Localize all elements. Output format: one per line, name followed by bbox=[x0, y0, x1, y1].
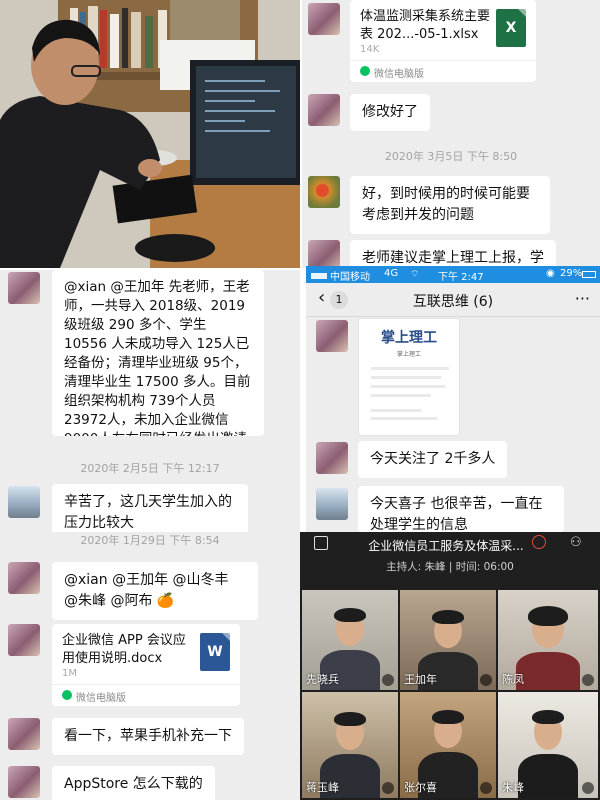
message-bubble[interactable]: 好，到时候用的时候可能要考虑到并发的问题 bbox=[350, 176, 550, 234]
photo-icon bbox=[0, 0, 300, 268]
participant-name: 张尔喜 bbox=[404, 781, 437, 794]
file-source: 微信电脑版 bbox=[76, 693, 126, 704]
timestamp: 2020年 3月5日 下午 8:50 bbox=[384, 150, 518, 163]
nav-bar: ‹ 1 互联思维 (6) ··· bbox=[306, 283, 600, 317]
participant-name: 朱峰 bbox=[502, 781, 524, 794]
file-name: 体温监测采集系统主要表 202...-05-1.xlsx bbox=[360, 9, 490, 42]
wifi-icon: ⌔ bbox=[410, 269, 420, 280]
excel-file-icon: X bbox=[496, 9, 526, 47]
avatar[interactable] bbox=[8, 624, 40, 656]
file-size: 14K bbox=[360, 44, 380, 55]
participant-tile[interactable]: 张尔喜 bbox=[400, 692, 496, 798]
signal-icon bbox=[311, 271, 327, 279]
more-icon[interactable]: ··· bbox=[575, 289, 590, 308]
card-title: 掌上理工 bbox=[381, 330, 437, 346]
card-subtitle: 掌上理工 bbox=[396, 351, 421, 358]
word-file-icon: W bbox=[200, 633, 230, 671]
mic-icon bbox=[382, 674, 394, 686]
file-name: 企业微信 APP 会议应用使用说明.docx bbox=[62, 633, 186, 666]
avatar[interactable] bbox=[316, 442, 348, 474]
photo-panel bbox=[0, 0, 300, 268]
participant-tile[interactable]: 王加年 bbox=[400, 590, 496, 690]
minimize-icon[interactable] bbox=[314, 536, 328, 550]
avatar[interactable] bbox=[316, 488, 348, 520]
avatar[interactable] bbox=[8, 718, 40, 750]
mic-icon bbox=[382, 782, 394, 794]
avatar[interactable] bbox=[8, 766, 40, 798]
mic-icon bbox=[480, 674, 492, 686]
avatar[interactable] bbox=[8, 486, 40, 518]
status-time: 下午 2:47 bbox=[438, 272, 484, 283]
participant-tile[interactable]: 先晓兵 bbox=[302, 590, 398, 690]
status-bar: 中国移动 4G ⌔ 下午 2:47 ◉ 29% bbox=[306, 266, 600, 283]
chat-panel-middle-right: 中国移动 4G ⌔ 下午 2:47 ◉ 29% ‹ 1 互联思维 (6) ···… bbox=[306, 266, 600, 532]
meeting-title: 企业微信员工服务及体温采... bbox=[368, 539, 524, 553]
file-source: 微信电脑版 bbox=[374, 69, 424, 80]
avatar[interactable] bbox=[8, 562, 40, 594]
video-meeting-panel: 企业微信员工服务及体温采... ⚇ 主持人: 朱峰 | 时间: 06:00 先晓… bbox=[300, 532, 600, 800]
meeting-host-info: 主持人: 朱峰 | 时间: 06:00 bbox=[386, 561, 514, 573]
battery-label: 29% bbox=[560, 268, 583, 279]
message-bubble[interactable]: AppStore 怎么下载的 bbox=[52, 766, 215, 800]
message-bubble[interactable]: 今天关注了 2千多人 bbox=[358, 441, 508, 478]
wechat-pc-icon bbox=[62, 690, 72, 700]
avatar[interactable] bbox=[308, 94, 340, 126]
chat-panel-bottom-left: 2020年 1月29日 下午 8:54 @xian @王加年 @山冬丰 @朱峰 … bbox=[0, 532, 300, 800]
avatar[interactable] bbox=[308, 3, 340, 35]
carrier-label: 中国移动 bbox=[330, 272, 370, 283]
message-bubble[interactable]: 老师建议走掌上理工上报，学 bbox=[350, 240, 556, 268]
timestamp: 2020年 2月5日 下午 12:17 bbox=[80, 462, 220, 475]
participant-tile[interactable]: 朱峰 bbox=[498, 692, 598, 798]
file-message[interactable]: 企业微信 APP 会议应用使用说明.docx 1M W 微信电脑版 bbox=[52, 624, 240, 706]
image-card[interactable]: 掌上理工 掌上理工 bbox=[358, 318, 460, 436]
participant-tile[interactable]: 陈凤 bbox=[498, 590, 598, 690]
file-message[interactable]: 体温监测采集系统主要表 202...-05-1.xlsx 14K X 微信电脑版 bbox=[350, 0, 536, 82]
lock-icon: ◉ bbox=[546, 268, 555, 279]
avatar[interactable] bbox=[8, 272, 40, 304]
chat-panel-top-right: 体温监测采集系统主要表 202...-05-1.xlsx 14K X 微信电脑版… bbox=[302, 0, 600, 268]
message-bubble[interactable]: @xian @王加年 @山冬丰 @朱峰 @阿布 🍊 bbox=[52, 562, 258, 620]
message-bubble[interactable]: 修改好了 bbox=[350, 94, 430, 131]
message-bubble[interactable]: 看一下，苹果手机补充一下 bbox=[52, 718, 244, 755]
participant-name: 王加年 bbox=[404, 673, 437, 686]
participant-name: 先晓兵 bbox=[306, 673, 339, 686]
chat-panel-middle-left: @xian @王加年 先老师，王老师，一共导入 2018级、2019级班级 29… bbox=[0, 270, 300, 532]
battery-icon bbox=[582, 271, 596, 278]
avatar[interactable] bbox=[308, 176, 340, 208]
participant-name: 蒋玉峰 bbox=[306, 781, 339, 794]
message-bubble[interactable]: 辛苦了，这几天学生加入的压力比较大 bbox=[52, 484, 248, 532]
mic-icon bbox=[582, 782, 594, 794]
mic-icon bbox=[480, 782, 492, 794]
mic-icon bbox=[582, 674, 594, 686]
message-bubble[interactable]: @xian @王加年 先老师，王老师，一共导入 2018级、2019级班级 29… bbox=[52, 270, 264, 436]
power-icon[interactable] bbox=[532, 535, 546, 549]
file-size: 1M bbox=[62, 668, 77, 679]
network-label: 4G bbox=[384, 268, 399, 279]
wechat-pc-icon bbox=[360, 66, 370, 76]
participant-name: 陈凤 bbox=[502, 673, 524, 686]
timestamp: 2020年 1月29日 下午 8:54 bbox=[80, 534, 220, 547]
avatar[interactable] bbox=[316, 320, 348, 352]
participants-icon[interactable]: ⚇ bbox=[570, 535, 582, 550]
message-bubble[interactable]: 今天喜子 也很辛苦，一直在处理学生的信息 bbox=[358, 486, 564, 532]
chat-title: 互联思维 (6) bbox=[412, 294, 494, 310]
avatar[interactable] bbox=[308, 240, 340, 268]
participant-tile[interactable]: 蒋玉峰 bbox=[302, 692, 398, 798]
